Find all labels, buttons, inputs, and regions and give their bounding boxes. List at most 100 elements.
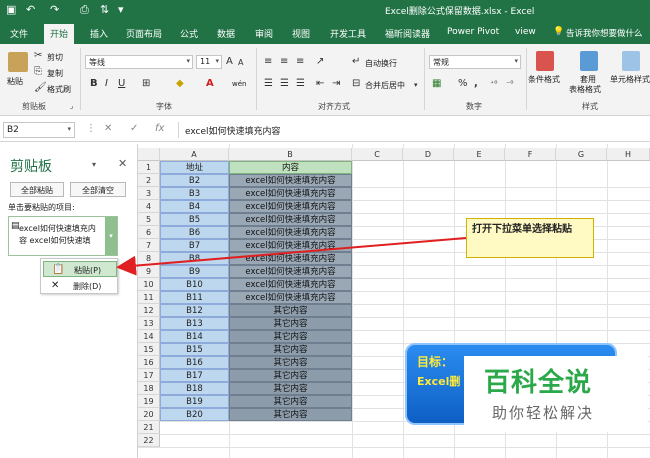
tab-view[interactable]: 视图 [292, 27, 310, 40]
column-header-a[interactable]: A [160, 148, 229, 161]
cell-a4[interactable]: B4 [160, 200, 229, 213]
tab-file[interactable]: 文件 [10, 27, 28, 40]
cell-styles-button[interactable]: 单元格样式 [610, 74, 650, 85]
tab-insert[interactable]: 插入 [90, 27, 108, 40]
clipboard-launcher-icon[interactable]: ⌟ [70, 100, 73, 112]
paste-all-button[interactable]: 全部粘贴 [10, 182, 64, 197]
underline-button[interactable]: U [118, 78, 125, 90]
tab-foxit-reader[interactable]: 福昕阅读器 [385, 27, 430, 40]
row-header[interactable]: 5 [138, 213, 160, 226]
copy-button[interactable]: 复制 [47, 68, 63, 79]
tab-developer[interactable]: 开发工具 [330, 27, 366, 40]
save-icon[interactable]: ▣ [6, 3, 16, 16]
close-icon[interactable]: ✕ [118, 157, 127, 170]
paste-icon[interactable] [8, 52, 28, 72]
bold-button[interactable]: B [90, 78, 98, 90]
cell-b19[interactable]: 其它内容 [229, 395, 352, 408]
tab-formulas[interactable]: 公式 [180, 27, 198, 40]
increase-decimal-icon[interactable]: ⁺⁰ [490, 78, 497, 90]
cell-b10[interactable]: excel如何快速填充内容 [229, 278, 352, 291]
cell-a9[interactable]: B9 [160, 265, 229, 278]
align-top-icon[interactable]: ≡ [264, 56, 272, 68]
pane-options-icon[interactable]: ▾ [92, 160, 96, 169]
cell-b2[interactable]: excel如何快速填充内容 [229, 174, 352, 187]
name-box[interactable]: B2 ▾ [3, 122, 75, 138]
fill-color-icon[interactable]: ◆ [176, 78, 184, 90]
cell-b20[interactable]: 其它内容 [229, 408, 352, 421]
cell-a2[interactable]: B2 [160, 174, 229, 187]
merge-center-button[interactable]: 合并后居中 [365, 80, 405, 91]
cell-b8[interactable]: excel如何快速填充内容 [229, 252, 352, 265]
cut-button[interactable]: 剪切 [47, 52, 63, 63]
percent-button[interactable]: % [458, 78, 468, 90]
cell-a13[interactable]: B13 [160, 317, 229, 330]
cell-b3[interactable]: excel如何快速填充内容 [229, 187, 352, 200]
insert-function-icon[interactable]: fx [155, 123, 164, 134]
cell-b18[interactable]: 其它内容 [229, 382, 352, 395]
cell-a16[interactable]: B16 [160, 356, 229, 369]
cell-b12[interactable]: 其它内容 [229, 304, 352, 317]
align-middle-icon[interactable]: ≡ [280, 56, 288, 68]
format-painter-button[interactable]: 格式刷 [47, 84, 71, 95]
align-left-icon[interactable]: ☰ [264, 78, 273, 90]
cell-a10[interactable]: B10 [160, 278, 229, 291]
row-header[interactable]: 10 [138, 278, 160, 291]
cell-styles-icon[interactable] [622, 51, 640, 71]
column-header-b[interactable]: B [229, 148, 352, 161]
row-header[interactable]: 22 [138, 434, 160, 447]
row-header[interactable]: 18 [138, 382, 160, 395]
row-header[interactable]: 16 [138, 356, 160, 369]
increase-indent-icon[interactable]: ⇥ [332, 78, 340, 90]
select-all-corner[interactable] [138, 148, 160, 161]
row-header[interactable]: 15 [138, 343, 160, 356]
redo-icon[interactable]: ↷ [50, 3, 59, 16]
tab-data[interactable]: 数据 [217, 27, 235, 40]
column-header-d[interactable]: D [403, 148, 454, 161]
decrease-indent-icon[interactable]: ⇤ [316, 78, 324, 90]
row-header[interactable]: 13 [138, 317, 160, 330]
sort-icon[interactable]: ⇅ [100, 3, 109, 16]
row-header[interactable]: 19 [138, 395, 160, 408]
tab-page-layout[interactable]: 页面布局 [126, 27, 162, 40]
column-header-h[interactable]: H [607, 148, 650, 161]
tab-home[interactable]: 开始 [44, 24, 75, 44]
column-header-e[interactable]: E [454, 148, 505, 161]
accounting-format-icon[interactable]: ▦ [432, 78, 441, 90]
clear-all-button[interactable]: 全部清空 [70, 182, 126, 197]
row-header[interactable]: 20 [138, 408, 160, 421]
font-name-select[interactable]: 等线 ▾ [85, 55, 193, 69]
wrap-text-button[interactable]: 自动换行 [365, 58, 397, 69]
cell-a8[interactable]: B8 [160, 252, 229, 265]
chevron-down-icon[interactable]: ▾ [414, 79, 418, 91]
cell-a3[interactable]: B3 [160, 187, 229, 200]
grow-font-icon[interactable]: A [226, 56, 233, 68]
cell-a14[interactable]: B14 [160, 330, 229, 343]
cell-b17[interactable]: 其它内容 [229, 369, 352, 382]
column-header-g[interactable]: G [556, 148, 607, 161]
cell-b14[interactable]: 其它内容 [229, 330, 352, 343]
undo-icon[interactable]: ↶ [26, 3, 35, 16]
phonetic-guide-button[interactable]: wén [232, 80, 246, 88]
tab-review[interactable]: 审阅 [255, 27, 273, 40]
shrink-font-icon[interactable]: A [238, 57, 243, 69]
decrease-decimal-icon[interactable]: ⁻⁰ [506, 78, 513, 90]
cell-a1[interactable]: 地址 [160, 161, 229, 174]
cell-a20[interactable]: B20 [160, 408, 229, 421]
row-header[interactable]: 7 [138, 239, 160, 252]
cell-b4[interactable]: excel如何快速填充内容 [229, 200, 352, 213]
row-header[interactable]: 1 [138, 161, 160, 174]
orientation-icon[interactable]: ↗ [316, 56, 324, 68]
align-center-icon[interactable]: ☰ [280, 78, 289, 90]
clipboard-item[interactable]: ▤ excel如何快速填充内 容 excel如何快速填 ▾ [8, 216, 118, 256]
customize-quick-access-icon[interactable]: ▾ [118, 3, 124, 16]
cell-b9[interactable]: excel如何快速填充内容 [229, 265, 352, 278]
clipboard-item-dropdown-button[interactable]: ▾ [105, 217, 117, 255]
cell-b7[interactable]: excel如何快速填充内容 [229, 239, 352, 252]
paste-button[interactable]: 粘贴 [7, 76, 23, 87]
cell-b16[interactable]: 其它内容 [229, 356, 352, 369]
italic-button[interactable]: I [105, 78, 108, 90]
cell-b6[interactable]: excel如何快速填充内容 [229, 226, 352, 239]
row-header[interactable]: 2 [138, 174, 160, 187]
format-as-table-icon[interactable] [580, 51, 598, 71]
row-header[interactable]: 11 [138, 291, 160, 304]
